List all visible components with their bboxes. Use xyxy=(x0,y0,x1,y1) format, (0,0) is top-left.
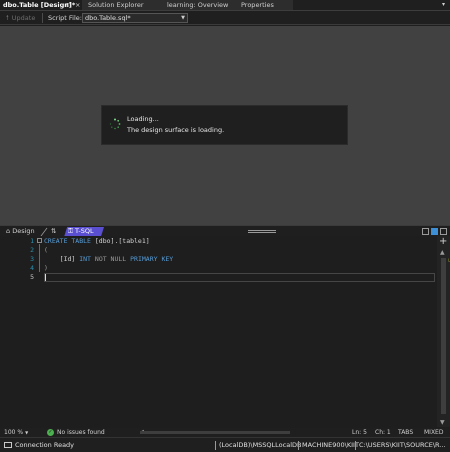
chevron-down-icon: ▼ xyxy=(25,430,29,435)
close-icon[interactable]: × xyxy=(75,0,80,10)
status-separator xyxy=(298,441,299,450)
line-number: 1 xyxy=(30,237,34,245)
connection-icon xyxy=(4,442,12,448)
design-view-icon: ⌂ xyxy=(6,227,11,235)
vertical-scrollbar[interactable]: + ▲ U ▼ xyxy=(437,236,450,427)
line-number: 5 xyxy=(30,273,34,281)
code-line: ) xyxy=(44,264,48,272)
current-line-highlight xyxy=(44,273,435,282)
tab-label: learning: Overview xyxy=(167,1,229,9)
check-icon: ✓ xyxy=(47,429,54,436)
collapse-pane-icon[interactable] xyxy=(440,228,447,235)
tab-label: Properties xyxy=(241,1,274,9)
update-arrow-icon: 🠕 xyxy=(6,14,9,22)
horizontal-split-icon[interactable] xyxy=(431,228,438,235)
zoom-select[interactable]: 100 % ▼ xyxy=(4,428,28,437)
status-bar: Connection Ready (LocalDB)\MSSQLLocalDB … xyxy=(0,437,450,452)
design-surface: Loading... The design surface is loading… xyxy=(0,26,450,225)
column-indicator[interactable]: Ch: 1 xyxy=(375,428,391,437)
chevron-down-icon: ▼ xyxy=(181,15,185,21)
scroll-down-icon[interactable]: ▼ xyxy=(440,419,445,426)
update-label: Update xyxy=(11,14,36,22)
zoom-value: 100 % xyxy=(4,429,24,436)
tab-properties[interactable]: Properties xyxy=(235,0,293,10)
code-line: CREATE TABLE [dbo].[table1] xyxy=(44,237,150,245)
tab-overflow-dropdown-icon[interactable]: ▾ xyxy=(442,0,445,10)
vertical-split-icon[interactable] xyxy=(422,228,429,235)
line-number: 3 xyxy=(30,255,34,263)
line-ending-mode[interactable]: MIXED xyxy=(424,428,443,437)
sql-icon: ⚿ xyxy=(68,227,73,235)
pane-switch-bar: ⌂ Design ⇅ ⚿ T-SQL xyxy=(0,225,450,237)
status-separator xyxy=(355,441,356,450)
script-file-value: dbo.Table.sql* xyxy=(85,14,131,22)
scrollbar-thumb[interactable] xyxy=(441,258,446,414)
scroll-up-icon[interactable]: ▲ xyxy=(440,249,445,256)
tsql-editor[interactable]: 1 2 3 4 5 CREATE TABLE [dbo].[table1] ( … xyxy=(0,236,437,427)
status-separator xyxy=(215,441,216,450)
spinner-icon xyxy=(109,118,121,130)
code-line: ( xyxy=(44,246,48,254)
tab-dbo-table-design[interactable]: dbo.Table [Design]* ⊓ × xyxy=(0,0,82,10)
update-button[interactable]: 🠕 Update xyxy=(6,13,35,23)
tab-label: Solution Explorer xyxy=(88,1,144,9)
loading-message: The design surface is loading. xyxy=(127,126,225,134)
document-tab-strip: dbo.Table [Design]* ⊓ × Solution Explore… xyxy=(0,0,450,10)
loading-dialog: Loading... The design surface is loading… xyxy=(101,105,348,145)
horizontal-scrollbar[interactable] xyxy=(140,431,290,434)
tsql-pane-label: T-SQL xyxy=(75,227,94,235)
fold-guide xyxy=(39,244,40,272)
toolbar-separator xyxy=(42,13,43,23)
tab-learning-overview[interactable]: learning: Overview xyxy=(157,0,235,10)
text-caret xyxy=(45,274,46,281)
splitter-grip[interactable] xyxy=(248,230,276,233)
pin-icon[interactable]: ⊓ xyxy=(66,0,71,10)
designer-toolbar: 🠕 Update Script File: dbo.Table.sql* ▼ xyxy=(0,11,450,25)
connection-status: Connection Ready xyxy=(15,441,75,449)
tab-label: dbo.Table [Design]* xyxy=(3,1,76,9)
editor-status-row: 100 %▼ ✓ No issues found ◀ Ln: 5 Ch: 1 T… xyxy=(0,428,450,437)
script-file-select[interactable]: dbo.Table.sql* ▼ xyxy=(82,13,188,23)
indent-mode[interactable]: TABS xyxy=(398,428,413,437)
add-icon[interactable]: + xyxy=(439,237,447,247)
loading-title: Loading... xyxy=(127,115,159,123)
line-indicator[interactable]: Ln: 5 xyxy=(352,428,367,437)
design-pane-label: Design xyxy=(12,227,35,235)
issues-indicator[interactable]: No issues found xyxy=(57,428,105,437)
server-name: (LocalDB)\MSSQLLocalDB xyxy=(219,441,302,449)
line-number: 2 xyxy=(30,246,34,254)
script-file-label: Script File: xyxy=(48,14,82,22)
code-line: [Id] INT NOT NULL PRIMARY KEY xyxy=(44,255,174,263)
user-name: MACHINE900\KIIT xyxy=(302,441,359,449)
collapse-icon[interactable] xyxy=(37,238,42,243)
line-number: 4 xyxy=(30,264,34,272)
project-path: C:\USERS\KIIT\SOURCE\R... xyxy=(359,441,446,449)
tab-solution-explorer[interactable]: Solution Explorer xyxy=(82,0,157,10)
